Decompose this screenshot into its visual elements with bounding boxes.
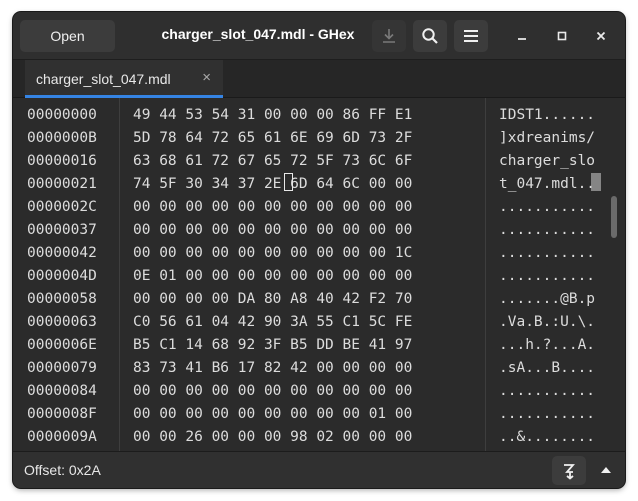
offset-row: 00000016 — [27, 153, 97, 169]
download-icon — [383, 29, 395, 43]
expand-up-icon — [601, 467, 611, 473]
hex-column[interactable]: 49 44 53 54 31 00 00 00 86 FF E1 5D 78 64… — [133, 98, 463, 451]
search-icon — [422, 28, 438, 44]
ascii-row: t_047.mdl.. — [499, 176, 596, 192]
hamburger-menu-icon — [464, 30, 478, 42]
hex-editor-view[interactable]: 00000000 0000000B 00000016 00000021 0000002C… — [13, 98, 625, 451]
ascii-row: ........... — [499, 245, 596, 261]
offset-row: 0000009A — [27, 429, 97, 445]
hex-row: 00 00 26 00 00 00 98 02 00 00 00 — [133, 429, 413, 445]
offset-row: 00000058 — [27, 291, 97, 307]
offset-row: 00000021 — [27, 176, 97, 192]
tab-label: charger_slot_047.mdl — [36, 71, 171, 87]
minimize-button[interactable] — [513, 27, 531, 45]
search-button[interactable] — [413, 20, 447, 52]
ascii-row: ]xdreanims/ — [499, 130, 596, 146]
maximize-button[interactable] — [553, 27, 571, 45]
ascii-row: .Va.B.:U.\. — [499, 314, 596, 330]
ascii-row: .sA...B.... — [499, 360, 596, 376]
status-bar: Offset: 0x2A — [13, 451, 625, 488]
hex-row: B5 C1 14 68 92 3F B5 DD BE 41 97 — [133, 337, 413, 353]
offset-row: 0000000B — [27, 130, 97, 146]
hex-row: 00 00 00 00 00 00 00 00 00 00 1C — [133, 245, 413, 261]
minimize-icon — [518, 38, 526, 40]
ascii-row: ........... — [499, 268, 596, 284]
ascii-row: IDST1...... — [499, 107, 596, 123]
ascii-separator — [485, 98, 486, 451]
main-menu-button[interactable] — [454, 20, 488, 52]
close-icon — [596, 31, 606, 41]
expand-panel-button[interactable] — [595, 460, 617, 480]
hex-row: 83 73 41 B6 17 82 42 00 00 00 00 — [133, 360, 413, 376]
offset-status: Offset: 0x2A — [24, 462, 101, 478]
header-bar: Open charger_slot_047.mdl - GHex — [13, 12, 625, 60]
offset-separator — [119, 98, 120, 451]
ghex-window: Open charger_slot_047.mdl - GHex charger… — [13, 12, 625, 488]
hex-row: 49 44 53 54 31 00 00 00 86 FF E1 — [133, 107, 413, 123]
offset-row: 00000000 — [27, 107, 97, 123]
hex-row: 63 68 61 72 67 65 72 5F 73 6C 6F — [133, 153, 413, 169]
window-title: charger_slot_047.mdl - GHex — [161, 26, 355, 42]
tab-close-icon[interactable]: × — [202, 69, 211, 86]
maximize-icon — [557, 31, 567, 41]
hex-row: 0E 01 00 00 00 00 00 00 00 00 00 — [133, 268, 413, 284]
hex-row: 00 00 00 00 00 00 00 00 00 00 00 — [133, 383, 413, 399]
offset-row: 00000042 — [27, 245, 97, 261]
offset-row: 0000004D — [27, 268, 97, 284]
ascii-row: .......@B.p — [499, 291, 596, 307]
offset-row: 0000002C — [27, 199, 97, 215]
offset-row: 00000037 — [27, 222, 97, 238]
open-button[interactable]: Open — [20, 20, 115, 52]
offset-row: 0000008F — [27, 406, 97, 422]
hex-row: 00 00 00 00 DA 80 A8 40 42 F2 70 — [133, 291, 413, 307]
offset-row: 0000006E — [27, 337, 97, 353]
hex-row: 00 00 00 00 00 00 00 00 00 01 00 — [133, 406, 413, 422]
hex-row: C0 56 61 04 42 90 3A 55 C1 5C FE — [133, 314, 413, 330]
close-button[interactable] — [592, 27, 610, 45]
offset-row: 00000084 — [27, 383, 97, 399]
hex-row: 00 00 00 00 00 00 00 00 00 00 00 — [133, 222, 413, 238]
ascii-row: ...h.?...A. — [499, 337, 596, 353]
tab-document[interactable]: charger_slot_047.mdl × — [25, 60, 223, 98]
tab-bar: charger_slot_047.mdl × — [13, 60, 625, 98]
save-download-button[interactable] — [372, 20, 406, 52]
offset-column: 00000000 0000000B 00000016 00000021 0000002C… — [27, 98, 119, 451]
encoding-icon — [564, 463, 575, 480]
hex-row: 00 00 00 00 00 00 00 00 00 00 00 — [133, 199, 413, 215]
ascii-row: ........... — [499, 383, 596, 399]
ascii-row: ........... — [499, 199, 596, 215]
vertical-scrollbar[interactable] — [611, 196, 617, 238]
ascii-row: ........... — [499, 406, 596, 422]
ascii-column[interactable]: IDST1...... ]xdreanims/charger_slo t_047.m… — [499, 98, 609, 451]
offset-row: 00000063 — [27, 314, 97, 330]
encoding-button[interactable] — [552, 456, 586, 485]
ascii-row: charger_slo — [499, 153, 596, 169]
ascii-row: ..&........ — [499, 429, 596, 445]
offset-row: 00000079 — [27, 360, 97, 376]
hex-row: 74 5F 30 34 37 2E 6D 64 6C 00 00 — [133, 176, 413, 192]
ascii-row: ........... — [499, 222, 596, 238]
hex-row: 5D 78 64 72 65 61 6E 69 6D 73 2F — [133, 130, 413, 146]
